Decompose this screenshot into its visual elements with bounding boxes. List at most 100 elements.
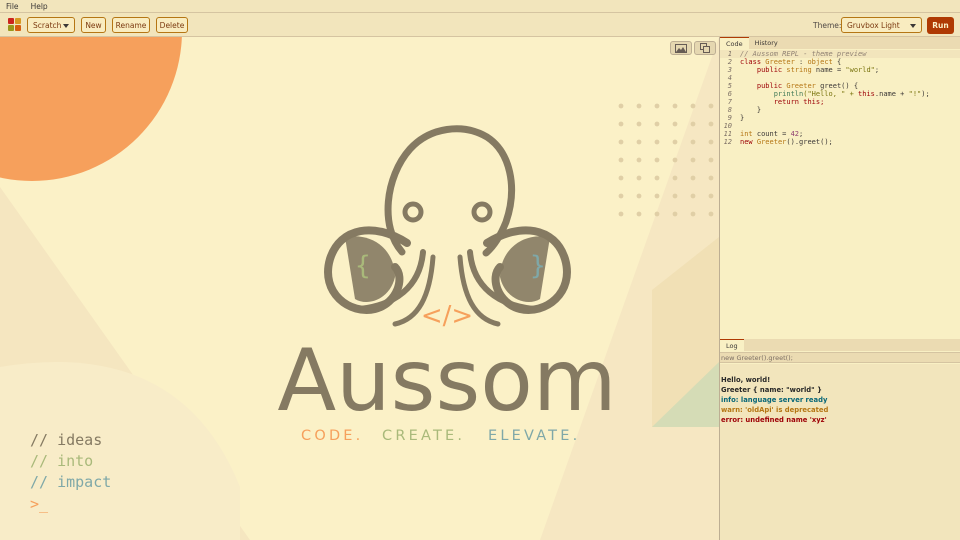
image-view-button[interactable] (670, 41, 692, 55)
line-number: 8 (727, 106, 732, 114)
tagline-create: CREATE. (382, 428, 465, 444)
rename-button[interactable]: Rename (112, 17, 150, 33)
run-button[interactable]: Run (927, 17, 954, 34)
right-panel: Code History 1 // Aussom REPL - theme pre… (719, 37, 960, 540)
code-token: public (756, 82, 783, 90)
app-logo-icon (8, 18, 21, 31)
code-token: .name + (874, 90, 909, 98)
copy-icon (700, 43, 710, 53)
code-token: return (773, 98, 800, 106)
tagline: CODE. CREATE. ELEVATE. (301, 428, 580, 444)
menu-file[interactable]: File (0, 2, 25, 11)
code-editor[interactable]: 1 // Aussom REPL - theme preview 2 class G… (720, 49, 960, 337)
tagline-elevate: ELEVATE. (488, 428, 580, 444)
code-line: 5 public Greeter greet() { (720, 82, 960, 90)
line-number: 2 (727, 58, 732, 66)
line-number: 4 (727, 74, 732, 82)
bg-circle-orange (0, 37, 182, 181)
bg-shape-bottom-left (0, 362, 240, 540)
line-number: 11 (723, 130, 732, 138)
code-token: ().greet(); (786, 138, 833, 146)
code-line: 3 public string name = "world"; (720, 66, 960, 74)
menu-help[interactable]: Help (25, 2, 54, 11)
image-icon (675, 43, 687, 53)
theme-select-value: Gruvbox Light (847, 20, 900, 30)
tab-log[interactable]: Log (720, 339, 744, 351)
line-number: 10 (723, 122, 732, 130)
code-line: 2 class Greeter : object { (720, 58, 960, 66)
log-line: Greeter { name: "world" } (721, 386, 822, 394)
code-token: int (740, 130, 753, 138)
tab-history[interactable]: History (749, 37, 784, 49)
copy-button[interactable] (694, 41, 716, 55)
scratch-select[interactable]: Scratch (27, 17, 75, 33)
log-input[interactable]: new Greeter().greet(); (720, 352, 960, 363)
code-token: greet() { (815, 82, 859, 90)
line-number: 7 (727, 98, 732, 106)
delete-button[interactable]: Delete (156, 17, 188, 33)
code-token: ("Hello, " + (803, 90, 859, 98)
tab-code[interactable]: Code (720, 37, 749, 49)
line-number: 3 (727, 66, 732, 74)
scratch-select-value: Scratch (33, 20, 62, 30)
code-token: string (786, 66, 812, 74)
theme-label: Theme: (813, 21, 842, 30)
right-brace-glyph: } (530, 251, 546, 281)
line-number: 5 (727, 82, 732, 90)
log-tabs: Log (720, 339, 960, 351)
line-number: 12 (723, 138, 732, 146)
comment-impact: // impact (30, 473, 111, 491)
code-line: 11 int count = 42; (720, 130, 960, 138)
code-token: new (740, 138, 753, 146)
chevron-down-icon (910, 24, 916, 28)
code-line: 7 return this; (720, 98, 960, 106)
code-token: { (832, 58, 842, 66)
new-button[interactable]: New (81, 17, 106, 33)
code-line: 12 new Greeter ().greet(); (720, 138, 960, 146)
menu-bar: File Help (0, 0, 960, 13)
code-token: ; (874, 66, 880, 74)
line-number: 1 (727, 50, 732, 58)
code-token: Greeter (765, 58, 795, 66)
tagline-code: CODE. (301, 428, 363, 444)
code-token: } (756, 106, 762, 114)
line-number: 6 (727, 90, 732, 98)
code-line: 4 (720, 74, 960, 82)
theme-select[interactable]: Gruvbox Light (841, 17, 922, 33)
code-token: this; (799, 98, 825, 106)
log-output: Hello, world! Greeter { name: "world" } in… (720, 364, 960, 540)
octopus-fill (345, 236, 550, 303)
comment-ideas: // ideas (30, 431, 102, 449)
preview-canvas: { } </> Aussom CODE. CREATE. ELEVATE. //… (0, 37, 719, 540)
code-token: Greeter (786, 82, 816, 90)
code-token: "!" (908, 90, 922, 98)
code-token: } (740, 114, 745, 122)
code-token: 42 (790, 130, 800, 138)
log-line: Hello, world! (721, 376, 771, 384)
code-token: println (773, 90, 804, 98)
code-line: 1 // Aussom REPL - theme preview (720, 50, 960, 58)
code-line: 10 (720, 122, 960, 130)
code-token: "world" (845, 66, 875, 74)
comment-into: // into (30, 452, 93, 470)
toolbar: Scratch New Rename Delete Theme: Gruvbox… (0, 13, 960, 37)
code-glyph: </> (421, 301, 473, 331)
splash-artwork: { } </> Aussom CODE. CREATE. ELEVATE. //… (0, 37, 719, 540)
left-brace-glyph: { (355, 251, 371, 281)
prompt-glyph: >_ (30, 495, 49, 513)
code-token: class (740, 58, 762, 66)
log-line: warn: 'oldApi' is deprecated (721, 406, 829, 414)
code-line: 9} (720, 114, 960, 122)
brand-wordmark: Aussom (277, 331, 616, 431)
log-line: info: language server ready (721, 396, 828, 404)
editor-tabs: Code History (720, 37, 960, 49)
log-line: error: undefined name 'xyz' (721, 416, 827, 424)
code-token: object (807, 58, 833, 66)
code-token: : (794, 58, 808, 66)
code-line: 6 println ("Hello, " + this .name + "!"); (720, 90, 960, 98)
code-token: this (858, 90, 875, 98)
code-token: public (756, 66, 783, 74)
code-line: 8 } (720, 106, 960, 114)
code-token: // Aussom REPL - theme preview (740, 50, 867, 58)
code-token: name = (811, 66, 846, 74)
